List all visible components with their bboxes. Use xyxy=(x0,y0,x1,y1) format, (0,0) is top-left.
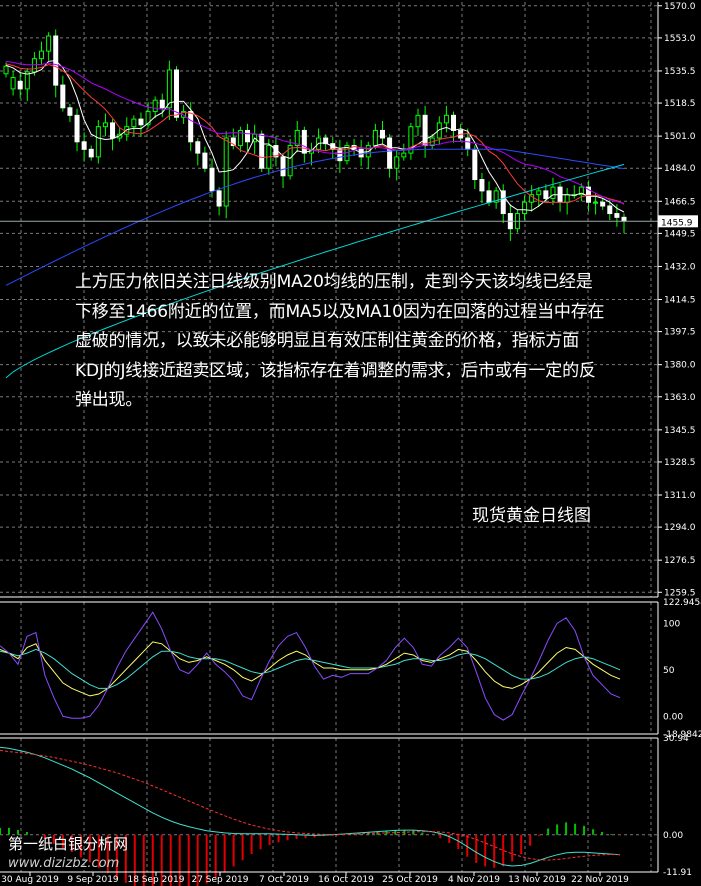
watermark-url: www.dizizbz.com xyxy=(8,856,120,871)
candle-body xyxy=(422,114,428,147)
candle-body xyxy=(46,35,52,52)
candle-body xyxy=(10,77,16,90)
macd-tick-label: 30.94 xyxy=(663,734,689,744)
y-tick-label: 1363.0 xyxy=(664,393,696,403)
y-tick-label: 1501.0 xyxy=(664,132,696,142)
candle-body xyxy=(479,179,485,192)
candle-body xyxy=(202,152,208,169)
candle-body xyxy=(543,190,549,199)
y-tick-label: 1259.5 xyxy=(664,588,696,598)
y-tick-label: 1553.0 xyxy=(664,34,696,44)
kdj-tick-label: 122.9454 xyxy=(663,598,701,608)
y-tick-label: 1570.0 xyxy=(664,2,696,12)
candle-body xyxy=(216,190,222,207)
candle-body xyxy=(102,122,108,128)
candle-body xyxy=(152,99,158,113)
gold-daily-chart: 1570.0 1553.0 1535.5 1518.5 1501.0 1484.0 1466… xyxy=(0,0,701,886)
x-tick-label: 27 Sep 2019 xyxy=(191,875,248,885)
candle-body xyxy=(401,152,407,158)
candle-body xyxy=(607,205,613,215)
watermark-name: 第一纸白银分析网 xyxy=(8,835,129,853)
candle-body xyxy=(259,133,265,169)
candle-body xyxy=(394,156,400,169)
watermark: 第一纸白银分析网 www.dizizbz.com xyxy=(8,834,128,874)
x-tick-label: 30 Aug 2019 xyxy=(1,875,59,885)
candle-body xyxy=(74,114,80,143)
candle-body xyxy=(280,156,286,177)
current-price-label: 1455.9 xyxy=(661,218,693,228)
candle-body xyxy=(465,137,471,150)
candle-body xyxy=(443,114,449,124)
candle-body xyxy=(536,190,542,196)
candle-body xyxy=(550,186,556,199)
candle-body xyxy=(387,137,393,169)
kdj-tick-label: 50 xyxy=(663,666,675,676)
candle-body xyxy=(60,84,66,109)
candle-body xyxy=(486,190,492,203)
y-tick-label: 1432.0 xyxy=(664,262,696,272)
analysis-annotation: 上方压力依旧关注日线级别MA20均线的压制，走到今天该均线已经是下移至1466附… xyxy=(75,272,605,410)
candle-body xyxy=(600,201,606,207)
candle-body xyxy=(88,148,94,158)
candle-body xyxy=(81,141,87,150)
candle-body xyxy=(138,118,144,126)
candle-body xyxy=(522,201,528,215)
x-tick-label: 7 Oct 2019 xyxy=(259,875,309,885)
x-tick-label: 9 Sep 2019 xyxy=(67,875,119,885)
y-tick-label: 1311.0 xyxy=(664,491,696,501)
kdj-tick-label: 100 xyxy=(663,619,680,629)
y-tick-label: 1380.0 xyxy=(664,361,696,371)
candle-body xyxy=(223,137,229,207)
candle-body xyxy=(95,126,101,158)
candle-body xyxy=(287,145,293,177)
candle-body xyxy=(173,69,179,118)
candle-body xyxy=(3,65,9,75)
y-tick-label: 1414.5 xyxy=(664,296,696,306)
x-tick-label: 4 Nov 2019 xyxy=(448,875,500,885)
candle-body xyxy=(245,129,251,143)
y-tick-label: 1466.5 xyxy=(664,197,696,207)
x-tick-label: 18 Sep 2019 xyxy=(127,875,184,885)
candle-body xyxy=(110,122,116,139)
candle-body xyxy=(564,194,570,203)
candle-body xyxy=(131,118,137,128)
x-tick-label: 25 Oct 2019 xyxy=(382,875,438,885)
candle-body xyxy=(500,190,506,215)
y-tick-label: 1276.5 xyxy=(664,556,696,566)
y-tick-label: 1397.5 xyxy=(664,328,696,338)
candle-body xyxy=(39,50,45,60)
candle-body xyxy=(593,201,599,204)
x-tick-label: 22 Nov 2019 xyxy=(571,875,629,885)
y-tick-label: 1345.5 xyxy=(664,426,696,436)
y-tick-label: 1484.0 xyxy=(664,164,696,174)
y-tick-label: 1294.0 xyxy=(664,523,696,533)
candle-body xyxy=(209,167,215,192)
y-tick-label: 1518.5 xyxy=(664,99,696,109)
y-tick-label: 1449.5 xyxy=(664,229,696,239)
candle-body xyxy=(17,80,23,90)
candle-body xyxy=(372,129,378,147)
candle-body xyxy=(301,129,307,154)
kdj-tick-label: 0.00 xyxy=(663,712,683,722)
candle-body xyxy=(614,213,620,218)
macd-tick-label: 0.00 xyxy=(663,831,683,841)
y-tick-label: 1535.5 xyxy=(664,67,696,77)
candle-body xyxy=(188,111,194,143)
chart-caption: 现货黄金日线图 xyxy=(472,506,591,526)
x-tick-label: 16 Oct 2019 xyxy=(318,875,374,885)
candle-body xyxy=(415,114,421,128)
candle-body xyxy=(379,129,385,139)
macd-tick-label: -11.91 xyxy=(663,868,692,878)
y-tick-label: 1328.5 xyxy=(664,458,696,468)
candle-body xyxy=(472,148,478,181)
candle-body xyxy=(337,148,343,162)
candle-body xyxy=(621,216,627,222)
x-tick-label: 13 Nov 2019 xyxy=(508,875,566,885)
candle-body xyxy=(451,114,457,131)
candle-body xyxy=(67,107,73,116)
candle-body xyxy=(358,148,364,158)
candle-body xyxy=(159,99,165,109)
candle-body xyxy=(195,141,201,154)
